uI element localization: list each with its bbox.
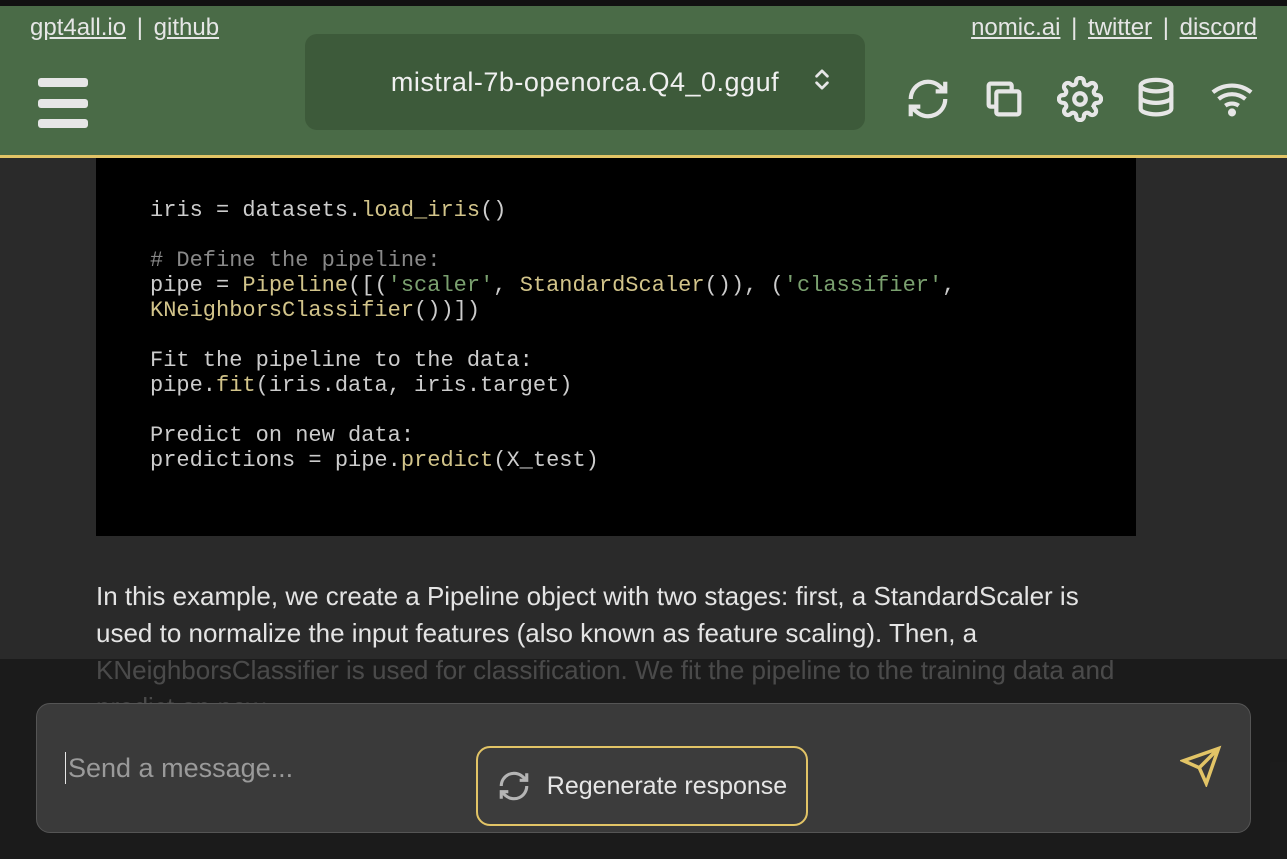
link-nomic[interactable]: nomic.ai [971,14,1060,41]
regenerate-button[interactable]: Regenerate response [476,746,808,826]
menu-icon [38,119,88,128]
app-header: gpt4all.io | github nomic.ai | twitter |… [0,6,1287,158]
toolbar-icons [905,76,1255,122]
text-cursor [65,752,66,784]
menu-button[interactable] [38,78,88,128]
regenerate-icon [497,769,531,803]
send-icon [1180,745,1222,787]
main-content: iris = datasets.load_iris() # Define the… [0,158,1287,859]
link-sep: | [1156,14,1176,41]
code-block: iris = datasets.load_iris() # Define the… [96,158,1136,536]
database-icon[interactable] [1133,76,1179,122]
regenerate-label: Regenerate response [547,772,787,801]
top-links-right: nomic.ai | twitter | discord [971,14,1257,42]
top-links-left: gpt4all.io | github [30,14,219,42]
send-button[interactable] [1180,745,1222,792]
link-sep: | [1064,14,1084,41]
chevron-updown-icon [809,67,835,98]
wifi-icon[interactable] [1209,76,1255,122]
link-github[interactable]: github [154,14,219,41]
link-twitter[interactable]: twitter [1088,14,1152,41]
link-discord[interactable]: discord [1180,14,1257,41]
model-selected-label: mistral-7b-openorca.Q4_0.gguf [391,67,779,98]
reload-icon[interactable] [905,76,951,122]
menu-icon [38,99,88,108]
copy-icon[interactable] [981,76,1027,122]
model-selector[interactable]: mistral-7b-openorca.Q4_0.gguf [305,34,865,130]
gear-icon[interactable] [1057,76,1103,122]
link-gpt4all[interactable]: gpt4all.io [30,14,126,41]
link-sep: | [130,14,150,41]
menu-icon [38,78,88,87]
